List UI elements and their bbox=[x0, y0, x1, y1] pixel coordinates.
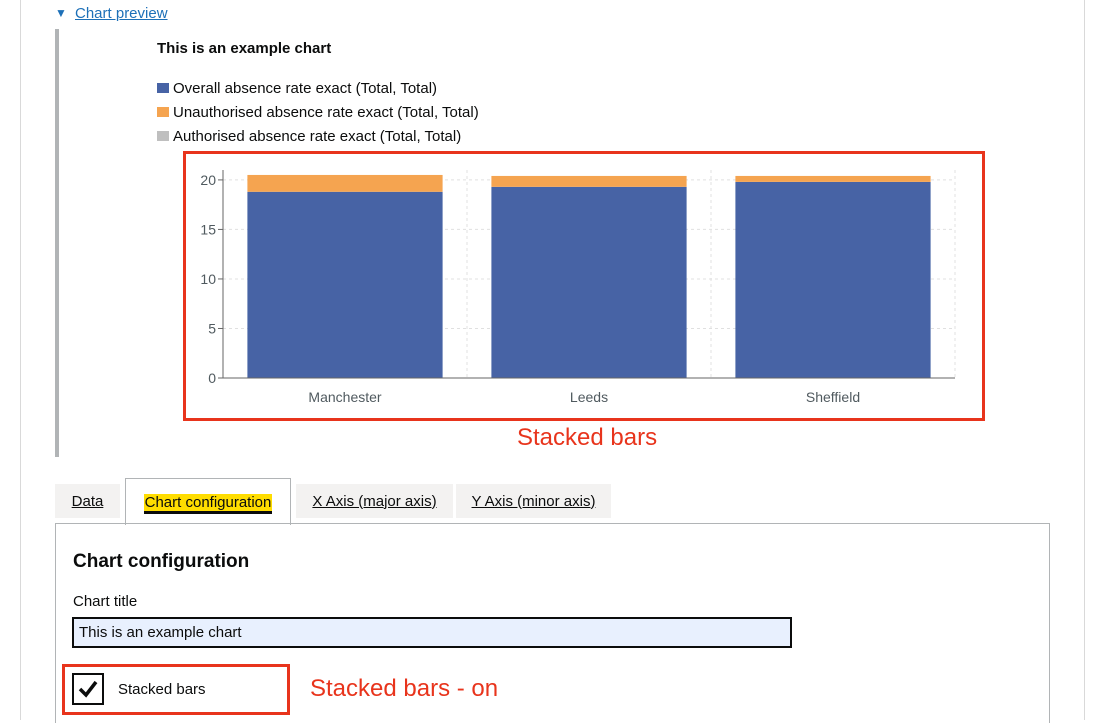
tab-y-axis[interactable]: Y Axis (minor axis) bbox=[456, 484, 611, 518]
annotation-box-chart bbox=[183, 151, 985, 421]
annotation-box-checkbox bbox=[62, 664, 290, 715]
annotation-chart-note: Stacked bars bbox=[517, 424, 658, 451]
tab-label: Chart configuration bbox=[143, 493, 273, 511]
tab-chart-configuration[interactable]: Chart configuration bbox=[125, 478, 291, 525]
annotation-checkbox-note: Stacked bars - on bbox=[310, 675, 499, 702]
chart-title-input[interactable] bbox=[72, 617, 792, 648]
tab-label: Y Axis (minor axis) bbox=[471, 492, 596, 510]
chart-title-label: Chart title bbox=[73, 593, 138, 610]
tab-x-axis[interactable]: X Axis (major axis) bbox=[296, 484, 453, 518]
tab-label: Data bbox=[71, 492, 104, 510]
tab-data[interactable]: Data bbox=[55, 484, 120, 518]
panel-heading: Chart configuration bbox=[73, 551, 250, 572]
tab-label: X Axis (major axis) bbox=[312, 492, 437, 510]
